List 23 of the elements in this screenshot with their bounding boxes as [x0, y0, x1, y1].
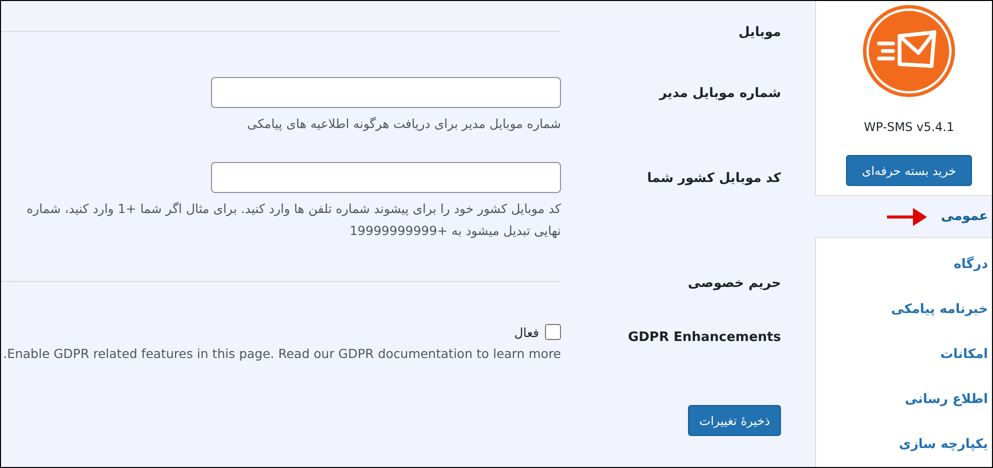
section-heading: موبایل — [738, 25, 781, 40]
menu-item[interactable]: عمومی — [815, 195, 992, 238]
menu-item[interactable]: اطلاع رسانی — [816, 377, 992, 422]
menu-item[interactable]: امکانات — [816, 332, 992, 377]
field-description: شماره موبایل مدیر برای دریافت هرگونه اطلاعیه های پیامکی — [246, 115, 561, 133]
checkbox-label[interactable]: فعال — [514, 324, 539, 340]
menu-item[interactable]: درگاه — [816, 242, 992, 287]
input-field[interactable] — [211, 162, 561, 193]
checkbox[interactable] — [545, 324, 561, 340]
field-label: شماره موبایل مدیر — [658, 85, 781, 103]
menu-item[interactable]: خبرنامه پیامکی — [816, 287, 992, 332]
section-heading: حریم خصوصی — [686, 276, 781, 290]
input-field[interactable] — [211, 77, 561, 108]
logo-icon — [862, 4, 956, 98]
version-label: WP-SMS v5.4.1 — [864, 120, 954, 134]
menu-item[interactable]: یکپارچه سازی — [816, 422, 992, 467]
arrow-icon — [887, 208, 928, 226]
buy-button[interactable]: خرید بسته حرفه‌ای — [846, 155, 972, 186]
field-description: کد موبایل کشور خود را برای پیشوند شماره تلفن ها وارد کنید. برای مثال اگر شما +1 وارد کنید، شماره نهایی تبدیل میشود به +19999999999 — [26, 200, 561, 240]
field-description: Enable GDPR related features in this page. Read our GDPR documentation to learn more. — [2, 345, 561, 363]
save-button[interactable]: ذخیرهٔ تغییرات — [688, 405, 781, 436]
field-label: GDPR Enhancements — [626, 329, 781, 347]
field-label: کد موبایل کشور شما — [646, 170, 781, 188]
